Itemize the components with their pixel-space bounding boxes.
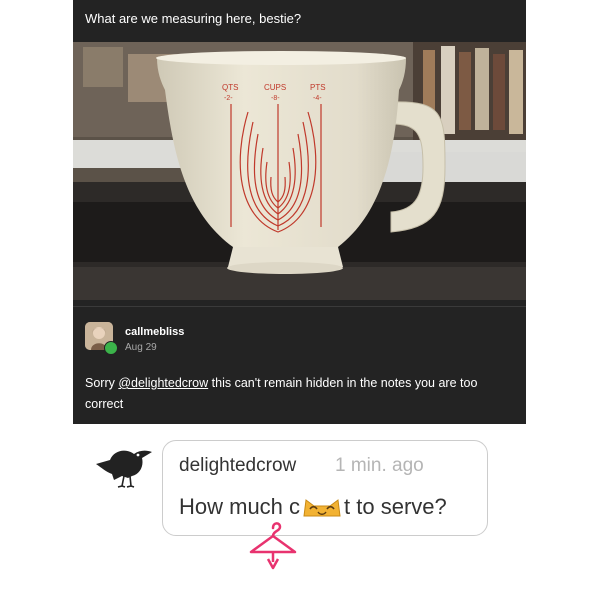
comment-text-before: How much c (179, 494, 301, 519)
post-divider (73, 306, 526, 307)
svg-text:-8-: -8- (271, 95, 280, 102)
reply-date: Aug 29 (125, 342, 157, 353)
reply-text: Sorry @delightedcrow this can't remain h… (85, 373, 505, 415)
cat-face-emoji-icon (303, 499, 341, 517)
pink-hanger-icon (249, 522, 297, 570)
comment-time: 1 min. ago (335, 455, 424, 476)
comment-username[interactable]: delightedcrow (179, 455, 296, 477)
svg-text:PTS: PTS (310, 83, 326, 92)
comment-text-after: t to serve? (344, 494, 447, 519)
comment-bubble: delightedcrow 1 min. ago How much c t to… (162, 440, 488, 536)
svg-text:CUPS: CUPS (264, 83, 286, 92)
reply-username[interactable]: callmebliss (125, 326, 184, 338)
svg-text:-2-: -2- (224, 95, 233, 102)
reply-text-before: Sorry (85, 376, 119, 390)
tumblr-post-card: What are we measuring here, bestie? QTS … (73, 0, 526, 424)
post-title: What are we measuring here, bestie? (85, 11, 302, 26)
svg-text:-4-: -4- (313, 95, 322, 102)
mention-link[interactable]: @delightedcrow (118, 376, 208, 390)
svg-text:QTS: QTS (222, 83, 238, 92)
follow-badge-icon[interactable] (104, 341, 118, 355)
comment-text: How much c t to serve? (179, 494, 447, 520)
measuring-cup-photo[interactable]: QTS -2- CUPS -8- PTS -4- (73, 42, 526, 300)
crow-icon (96, 450, 152, 488)
